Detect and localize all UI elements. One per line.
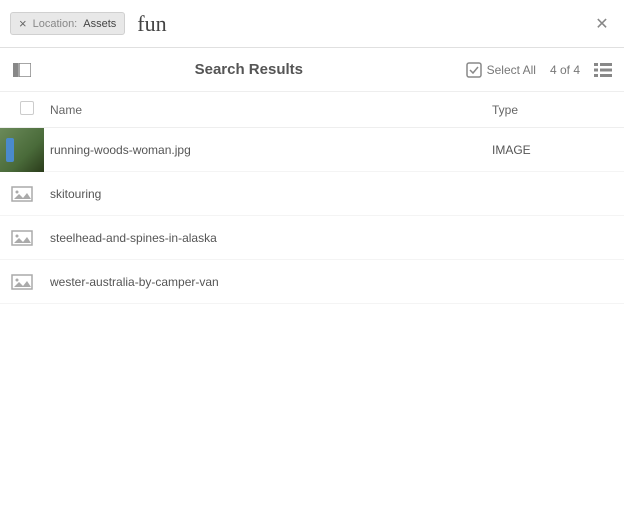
select-all-label: Select All (487, 63, 536, 77)
results-title: Search Results (32, 61, 466, 78)
column-type[interactable]: Type (492, 103, 612, 117)
table-header: Name Type (0, 92, 624, 128)
table-row[interactable]: running-woods-woman.jpg IMAGE (0, 128, 624, 172)
cell-type: IMAGE (492, 143, 612, 157)
close-search-button[interactable]: ✕ (590, 12, 614, 36)
table-row[interactable]: skitouring (0, 172, 624, 216)
search-bar: × Location: Assets ✕ (0, 0, 624, 48)
page-icon (11, 186, 33, 202)
select-all-icon (466, 62, 482, 78)
rail-icon (13, 63, 31, 77)
table-row[interactable]: steelhead-and-spines-in-alaska (0, 216, 624, 260)
thumbnail (0, 172, 44, 216)
image-thumbnail (0, 128, 44, 172)
results-count: 4 of 4 (550, 63, 580, 77)
close-icon: ✕ (595, 14, 608, 34)
header-checkbox[interactable] (20, 101, 44, 118)
location-chip[interactable]: × Location: Assets (10, 12, 125, 35)
toolbar: Search Results Select All 4 of 4 (0, 48, 624, 92)
page-icon (11, 274, 33, 290)
chip-label: Location: (33, 18, 78, 30)
table-row[interactable]: wester-australia-by-camper-van (0, 260, 624, 304)
chip-value: Assets (83, 18, 116, 30)
rail-toggle-button[interactable] (12, 60, 32, 80)
cell-name: running-woods-woman.jpg (44, 143, 492, 157)
search-input[interactable] (133, 6, 582, 42)
page-icon (11, 230, 33, 246)
chip-remove-icon[interactable]: × (19, 17, 27, 30)
toolbar-right: Select All 4 of 4 (466, 62, 612, 78)
cell-name: steelhead-and-spines-in-alaska (44, 231, 492, 245)
cell-name: skitouring (44, 187, 492, 201)
thumbnail (0, 216, 44, 260)
thumbnail (0, 128, 44, 172)
list-view-icon (594, 63, 612, 77)
view-switcher-button[interactable] (594, 63, 612, 77)
column-name[interactable]: Name (44, 103, 492, 117)
select-all-button[interactable]: Select All (466, 62, 536, 78)
thumbnail (0, 260, 44, 304)
cell-name: wester-australia-by-camper-van (44, 275, 492, 289)
